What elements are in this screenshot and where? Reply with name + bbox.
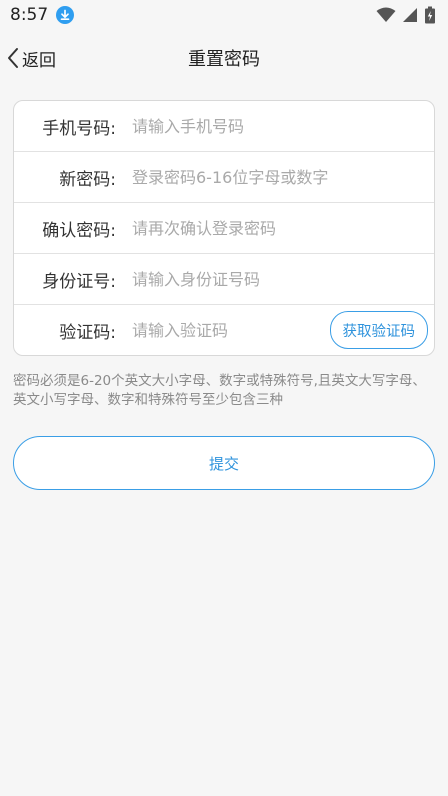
reset-password-form: 手机号码: 新密码: 确认密码: 身份证号: 验证码: 获取验证码	[13, 100, 435, 356]
confirm-password-input[interactable]	[132, 218, 434, 238]
id-number-row: 身份证号:	[14, 254, 434, 305]
id-number-input[interactable]	[132, 269, 434, 289]
id-number-label: 身份证号:	[42, 271, 116, 292]
confirm-password-row: 确认密码:	[14, 203, 434, 254]
status-left: 8:57	[10, 5, 75, 25]
battery-icon	[425, 6, 435, 24]
status-time: 8:57	[10, 5, 49, 25]
get-code-button[interactable]: 获取验证码	[329, 311, 428, 349]
new-password-row: 新密码:	[14, 152, 434, 203]
status-right	[376, 6, 436, 24]
download-icon	[56, 6, 75, 24]
nav-bar: 返回 重置密码	[0, 30, 448, 86]
new-password-label: 新密码:	[59, 169, 116, 190]
new-password-input[interactable]	[132, 167, 434, 187]
status-bar: 8:57	[0, 0, 448, 30]
back-label: 返回	[22, 50, 56, 71]
phone-label: 手机号码:	[42, 118, 116, 139]
page-title: 重置密码	[188, 49, 260, 70]
password-rule-hint: 密码必须是6-20个英文大小字母、数字或特殊符号,且英文大写字母、英文小写字母、…	[13, 373, 426, 408]
signal-icon	[403, 8, 417, 22]
chevron-left-icon	[8, 48, 18, 68]
verification-code-input[interactable]	[132, 320, 330, 340]
phone-input[interactable]	[132, 116, 434, 136]
back-button[interactable]: 返回	[0, 30, 56, 86]
wifi-icon	[376, 7, 396, 22]
confirm-password-label: 确认密码:	[42, 220, 116, 241]
submit-button[interactable]: 提交	[13, 436, 435, 490]
verification-code-row: 验证码: 获取验证码	[14, 305, 434, 355]
verification-code-label: 验证码:	[59, 322, 116, 343]
phone-row: 手机号码:	[14, 101, 434, 152]
